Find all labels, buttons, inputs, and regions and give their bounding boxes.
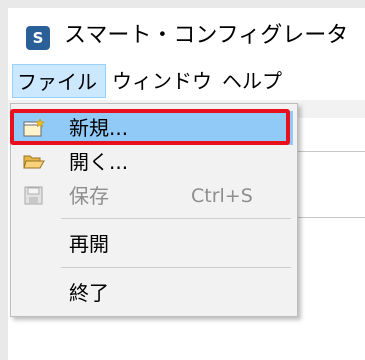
- background-divider: [296, 151, 365, 152]
- menu-item-label: 保存: [69, 184, 109, 208]
- menu-item-label: 終了: [69, 281, 109, 305]
- menu-item-save[interactable]: 保存 Ctrl+S: [13, 179, 293, 213]
- menu-item-restart[interactable]: 再開: [13, 227, 293, 261]
- menu-item-shortcut: Ctrl+S: [191, 185, 253, 207]
- menu-item-exit[interactable]: 終了: [13, 276, 293, 310]
- callout-highlight-box: [10, 109, 290, 145]
- window-title: スマート・コンフィグレータ: [64, 23, 349, 48]
- window-frame-top: [0, 0, 365, 8]
- menu-separator: [61, 218, 291, 219]
- menu-file[interactable]: ファイル: [12, 64, 106, 98]
- app-logo-icon: S: [26, 26, 50, 50]
- window-frame-left: [0, 0, 8, 360]
- save-disk-icon: [23, 186, 45, 206]
- open-folder-icon: [23, 152, 45, 172]
- menu-item-label: 開く...: [69, 150, 129, 174]
- menu-separator: [61, 267, 291, 268]
- menu-item-open[interactable]: 開く...: [13, 145, 293, 179]
- menu-bar: ファイル ウィンドウ ヘルプ: [8, 62, 365, 100]
- menu-help[interactable]: ヘルプ: [218, 64, 290, 98]
- menu-item-label: 再開: [69, 232, 109, 256]
- background-divider: [296, 217, 365, 218]
- menu-window[interactable]: ウィンドウ: [108, 64, 212, 98]
